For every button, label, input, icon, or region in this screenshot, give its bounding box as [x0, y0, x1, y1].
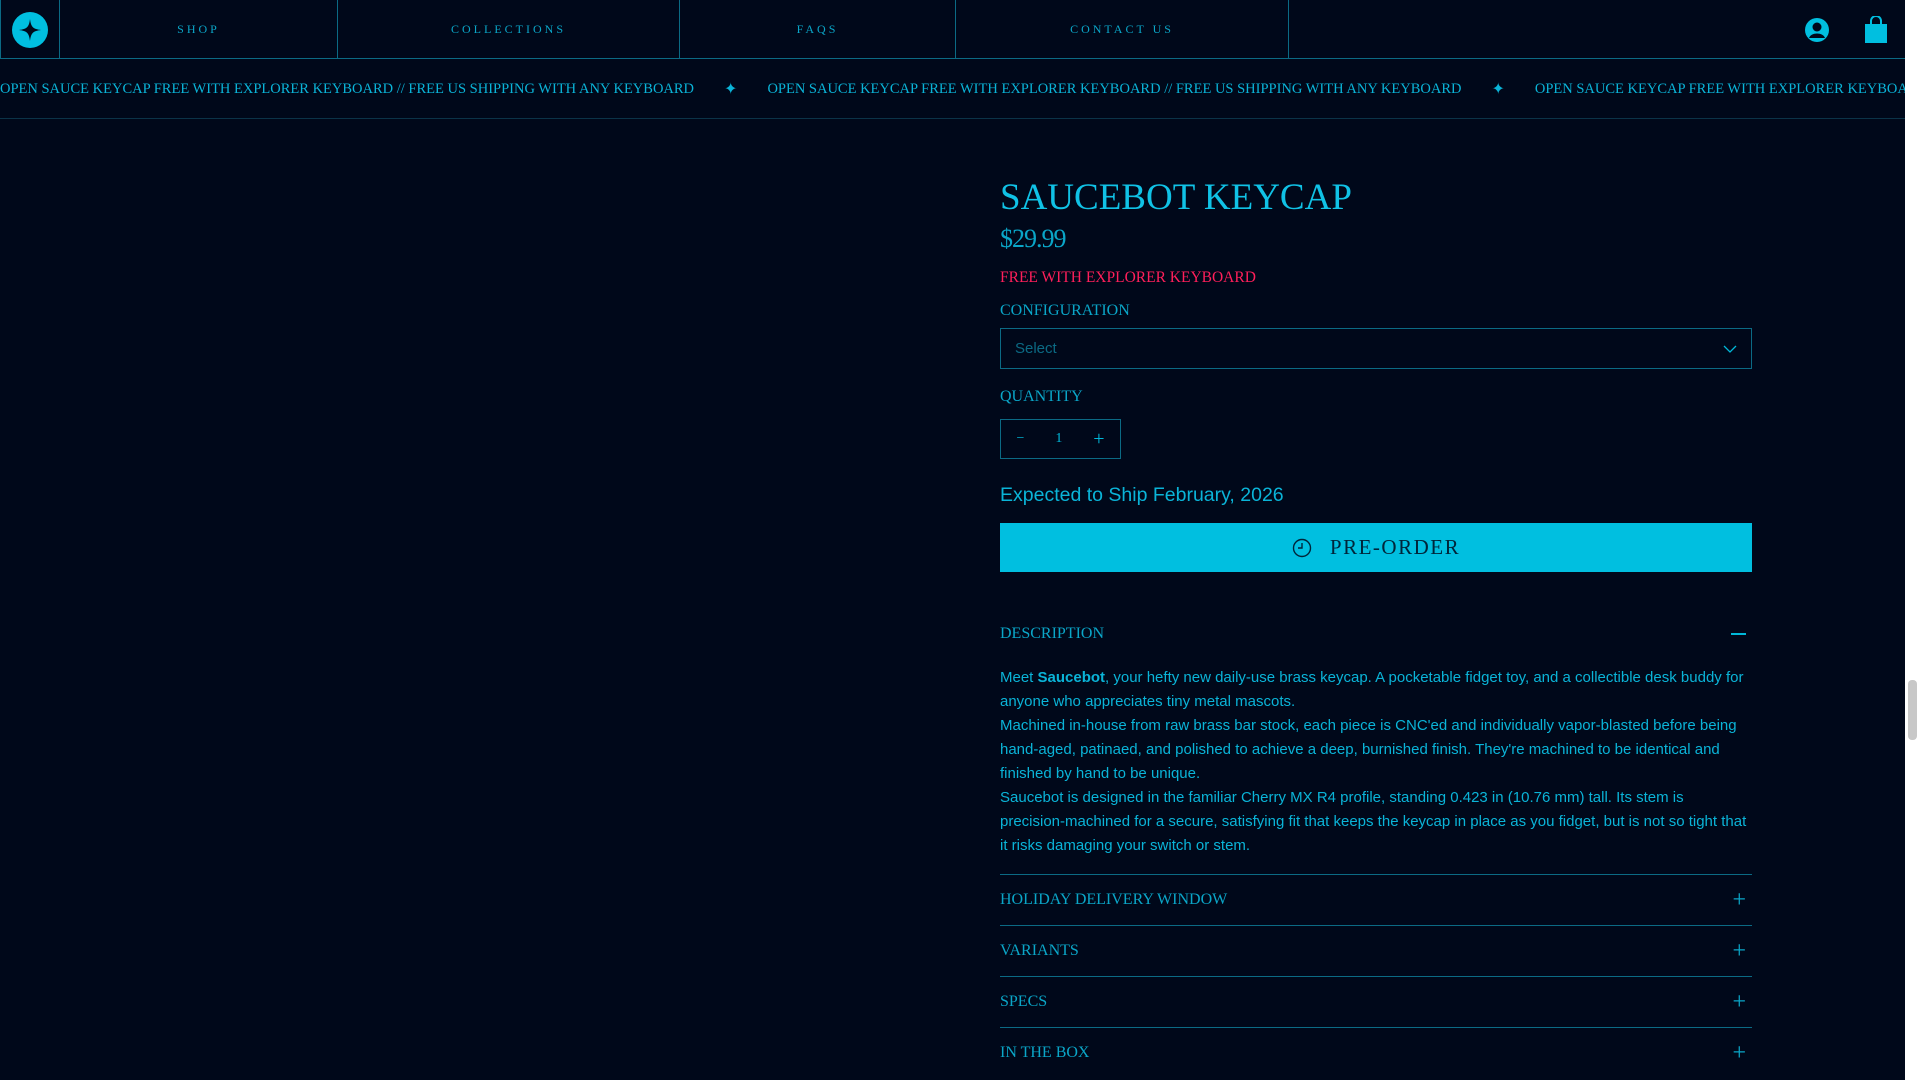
sparkle-logo-icon	[12, 11, 48, 48]
description-title: DESCRIPTION	[1000, 625, 1105, 642]
minus-icon	[1731, 633, 1746, 635]
quantity-stepper[interactable]: − 1 +	[1000, 419, 1121, 459]
select-placeholder: Select	[1015, 340, 1057, 357]
desc-text: Meet	[1000, 669, 1038, 686]
nav-faqs[interactable]: FAQS	[680, 0, 956, 59]
product-price: $29.99	[1000, 224, 1067, 253]
account-icon[interactable]	[1804, 0, 1830, 59]
accordion-in-the-box[interactable]: IN THE BOX +	[1000, 1027, 1752, 1078]
desc-paragraph: Saucebot is designed in the familiar Che…	[1000, 789, 1747, 854]
plus-icon: +	[1732, 886, 1746, 913]
desc-paragraph: Machined in-house from raw brass bar sto…	[1000, 717, 1737, 782]
accordion-title: SPECS	[1000, 993, 1048, 1010]
desc-text: , your hefty new daily-use brass keycap.…	[1000, 669, 1744, 710]
description-body: Meet Saucebot, your hefty new daily-use …	[1000, 666, 1752, 858]
configuration-select[interactable]: Select	[1000, 328, 1752, 369]
preorder-label: PRE-ORDER	[1329, 535, 1461, 559]
nav-collections[interactable]: COLLECTIONS	[338, 0, 680, 59]
plus-icon: +	[1732, 937, 1746, 964]
announcement-marquee: OPEN SAUCE KEYCAP FREE WITH EXPLORER KEY…	[0, 60, 1905, 119]
plus-icon: +	[1732, 1039, 1746, 1066]
desc-bold: Saucebot	[1037, 669, 1106, 686]
accordion-list: HOLIDAY DELIVERY WINDOW + VARIANTS + SPECS…	[1000, 874, 1752, 1078]
logo[interactable]	[0, 0, 60, 59]
chevron-down-icon	[1723, 345, 1737, 353]
cart-icon[interactable]	[1864, 0, 1888, 59]
increment-button[interactable]: +	[1093, 428, 1104, 451]
decrement-button[interactable]: −	[1016, 431, 1024, 447]
top-nav: SHOP COLLECTIONS FAQS CONTACT US	[0, 0, 1905, 59]
nav-shop[interactable]: SHOP	[60, 0, 338, 59]
marquee-text: OPEN SAUCE KEYCAP FREE WITH EXPLORER KEY…	[0, 80, 695, 97]
description-toggle[interactable]: DESCRIPTION	[1000, 622, 1752, 646]
preorder-button[interactable]: PRE-ORDER	[1000, 523, 1752, 572]
accordion-title: VARIANTS	[1000, 942, 1079, 959]
ship-date: Expected to Ship February, 2026	[1000, 484, 1284, 506]
scrollbar-thumb[interactable]	[1908, 680, 1917, 740]
marquee-text: OPEN SAUCE KEYCAP FREE WITH EXPLORER KEY…	[767, 80, 1462, 97]
marquee-text: OPEN SAUCE KEYCAP FREE WITH EXPLORER KEY…	[1534, 80, 1905, 97]
nav-contact-us[interactable]: CONTACT US	[956, 0, 1289, 59]
accordion-holiday-delivery[interactable]: HOLIDAY DELIVERY WINDOW +	[1000, 874, 1752, 925]
product-title: SAUCEBOT KEYCAP	[1000, 177, 1352, 218]
plus-icon: +	[1732, 988, 1746, 1015]
accordion-variants[interactable]: VARIANTS +	[1000, 925, 1752, 976]
accordion-title: HOLIDAY DELIVERY WINDOW	[1000, 891, 1228, 908]
accordion-specs[interactable]: SPECS +	[1000, 976, 1752, 1027]
sparkle-icon: ✦	[724, 81, 738, 98]
accordion-title: IN THE BOX	[1000, 1044, 1090, 1061]
quantity-value[interactable]: 1	[1055, 431, 1062, 447]
quantity-label: QUANTITY	[1000, 388, 1083, 405]
promo-text: FREE WITH EXPLORER KEYBOARD	[1000, 269, 1256, 286]
sparkle-icon: ✦	[1491, 81, 1505, 98]
configuration-label: CONFIGURATION	[1000, 302, 1130, 319]
clock-icon	[1292, 538, 1312, 557]
scrollbar[interactable]	[1905, 0, 1920, 1080]
